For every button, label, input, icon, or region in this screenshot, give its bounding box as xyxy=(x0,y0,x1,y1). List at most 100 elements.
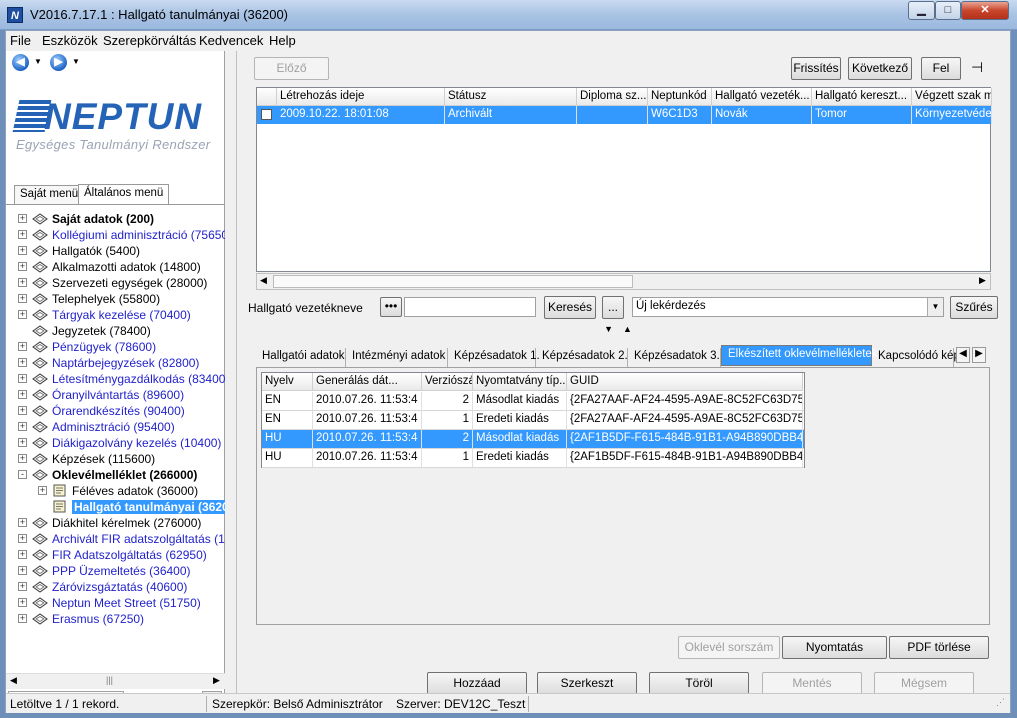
tab-altalanos-menu[interactable]: Általános menü xyxy=(78,184,170,205)
save-button[interactable]: Mentés xyxy=(762,672,862,695)
diploma-number-button[interactable]: Oklevél sorszám xyxy=(678,636,780,659)
tab-4[interactable]: Képzésadatok 3. xyxy=(628,348,721,367)
table-row[interactable]: 2009.10.22. 18:01:08 Archivált W6C1D3 Novák… xyxy=(257,106,992,124)
grid-column-header[interactable]: Nyomtatvány típ... xyxy=(473,373,567,391)
tree-item[interactable]: + Szervezeti egységek (28000) xyxy=(6,275,225,291)
tree-item[interactable]: + Létesítménygazdálkodás (83400) xyxy=(6,371,225,387)
expand-icon[interactable]: + xyxy=(18,518,27,527)
expand-icon[interactable]: + xyxy=(18,262,27,271)
expand-icon[interactable]: + xyxy=(18,342,27,351)
expand-icon[interactable]: + xyxy=(18,390,27,399)
scroll-left-icon[interactable]: ◀ xyxy=(260,275,267,286)
query-editor-button[interactable]: ... xyxy=(602,296,624,319)
tree-item[interactable]: + Alkalmazotti adatok (14800) xyxy=(6,259,225,275)
diploma-supplements-grid[interactable]: NyelvGenerálás dát...VerziószámNyomtatvá… xyxy=(261,372,805,468)
expand-icon[interactable]: + xyxy=(18,310,27,319)
grid-column-header[interactable]: Hallgató kereszt... xyxy=(812,88,912,106)
expand-icon[interactable]: + xyxy=(18,422,27,431)
grid-column-header[interactable]: Verziószám xyxy=(422,373,473,391)
table-row[interactable]: HU 2010.07.26. 11:53:4 1 Eredeti kiadás {2AF… xyxy=(262,449,804,468)
forward-arrow-icon[interactable]: ▶ xyxy=(50,54,67,71)
tree-item[interactable]: + Neptun Meet Street (51750) xyxy=(6,595,225,611)
grid-column-header[interactable]: Hallgató vezeték... xyxy=(712,88,812,106)
tree-item[interactable]: + Diákhitel kérelmek (276000) xyxy=(6,515,225,531)
menu-eszkozok[interactable]: Eszközök xyxy=(42,33,98,48)
refresh-button[interactable]: Frissítés xyxy=(791,57,841,80)
previous-button[interactable]: Előző xyxy=(254,57,329,80)
tree-horizontal-scrollbar[interactable]: ◀ ||| ▶ xyxy=(6,673,225,689)
expand-icon[interactable]: + xyxy=(18,278,27,287)
tree-item[interactable]: + Naptárbejegyzések (82800) xyxy=(6,355,225,371)
delete-pdf-button[interactable]: PDF törlése xyxy=(889,636,989,659)
expand-icon[interactable]: + xyxy=(18,406,27,415)
expand-icon[interactable]: + xyxy=(18,438,27,447)
tree-item[interactable]: + Tárgyak kezelése (70400) xyxy=(6,307,225,323)
table-row[interactable]: HU 2010.07.26. 11:53:4 2 Másodlat kiadás {2A… xyxy=(262,430,804,449)
expand-icon[interactable]: + xyxy=(18,566,27,575)
back-arrow-icon[interactable]: ◀ xyxy=(12,54,29,71)
expand-icon[interactable]: + xyxy=(18,534,27,543)
tree-item[interactable]: + FIR Adatszolgáltatás (62950) xyxy=(6,547,225,563)
expand-icon[interactable]: + xyxy=(18,358,27,367)
tree-item[interactable]: - Oklevélmelléklet (266000) xyxy=(6,467,225,483)
delete-button[interactable]: Töröl xyxy=(649,672,749,695)
grid-horizontal-scrollbar[interactable]: ◀ ▶ xyxy=(256,273,991,290)
search-options-button[interactable]: ••• xyxy=(380,297,402,317)
tree-item[interactable]: + Féléves adatok (36000) xyxy=(6,483,225,499)
maximize-button[interactable]: □ xyxy=(935,1,961,20)
tab-0[interactable]: Hallgatói adatok xyxy=(256,348,346,367)
tab-5[interactable]: Elkészített oklevélmellékletek xyxy=(721,345,878,366)
grid-column-header[interactable]: Végzett szak me xyxy=(912,88,992,106)
row-checkbox[interactable] xyxy=(261,109,272,120)
tree-item[interactable]: Jegyzetek (78400) xyxy=(6,323,225,339)
collapse-icon[interactable]: - xyxy=(18,470,27,479)
expand-icon[interactable]: + xyxy=(18,374,27,383)
menu-help[interactable]: Help xyxy=(269,33,296,48)
tab-sajat-menu[interactable]: Saját menü xyxy=(14,185,85,204)
cancel-button[interactable]: Mégsem xyxy=(874,672,974,695)
table-row[interactable]: EN 2010.07.26. 11:53:4 2 Másodlat kiadás {2F… xyxy=(262,392,804,411)
back-dropdown-icon[interactable]: ▼ xyxy=(34,57,42,66)
up-button[interactable]: Fel xyxy=(921,57,961,80)
next-button[interactable]: Következő xyxy=(848,57,912,80)
grid-column-header[interactable]: Generálás dát... xyxy=(313,373,422,391)
pin-icon[interactable]: ⊣ xyxy=(971,59,983,76)
search-button[interactable]: Keresés xyxy=(544,296,596,319)
students-grid[interactable]: Létrehozás ideje Státusz Diploma sz... Nept… xyxy=(256,87,992,272)
resize-grip-icon[interactable]: ⋰ xyxy=(996,697,1005,713)
grid-column-header[interactable]: Neptunkód xyxy=(648,88,712,106)
add-button[interactable]: Hozzáad xyxy=(427,672,527,695)
grid-column-header[interactable]: GUID xyxy=(567,373,803,391)
grid-column-header[interactable]: Státusz xyxy=(445,88,577,106)
tree-item[interactable]: + Erasmus (67250) xyxy=(6,611,225,627)
tree-item[interactable]: + Óranyilvántartás (89600) xyxy=(6,387,225,403)
filter-button[interactable]: Szűrés xyxy=(950,296,998,319)
grid-splitter-handle[interactable]: ▼▲ xyxy=(593,324,653,336)
pane-splitter[interactable]: ◀ xyxy=(225,51,454,693)
expand-icon[interactable]: + xyxy=(18,214,27,223)
search-input[interactable] xyxy=(404,297,536,317)
tree-item[interactable]: + Adminisztráció (95400) xyxy=(6,419,225,435)
tree-item[interactable]: + Záróvizsgáztatás (40600) xyxy=(6,579,225,595)
menu-file[interactable]: File xyxy=(10,33,31,48)
expand-icon[interactable]: + xyxy=(18,614,27,623)
tree-item[interactable]: + Képzések (115600) xyxy=(6,451,225,467)
expand-icon[interactable]: + xyxy=(18,582,27,591)
expand-icon[interactable]: + xyxy=(18,246,27,255)
scroll-thumb[interactable] xyxy=(273,275,633,288)
scroll-grip-icon[interactable]: ||| xyxy=(106,675,113,685)
query-select[interactable]: Új lekérdezés ▼ xyxy=(632,297,944,317)
tree-item[interactable]: + Kollégiumi adminisztráció (75650) xyxy=(6,227,225,243)
expand-icon[interactable]: + xyxy=(18,550,27,559)
scroll-right-icon[interactable]: ▶ xyxy=(213,675,220,686)
tabs-scroll-left-icon[interactable]: ◀ xyxy=(956,347,970,363)
expand-icon[interactable]: + xyxy=(18,598,27,607)
tree-item[interactable]: + Hallgatók (5400) xyxy=(6,243,225,259)
menu-szerepkorvaltas[interactable]: Szerepkörváltás xyxy=(103,33,196,48)
chevron-down-icon[interactable]: ▼ xyxy=(927,298,943,316)
tree-item[interactable]: + Pénzügyek (78600) xyxy=(6,339,225,355)
tab-2[interactable]: Képzésadatok 1. xyxy=(448,348,540,367)
minimize-button[interactable]: ▁ xyxy=(908,1,935,20)
tree-item[interactable]: + Órarendkészítés (90400) xyxy=(6,403,225,419)
tree-item[interactable]: + Diákigazolvány kezelés (10400) xyxy=(6,435,225,451)
